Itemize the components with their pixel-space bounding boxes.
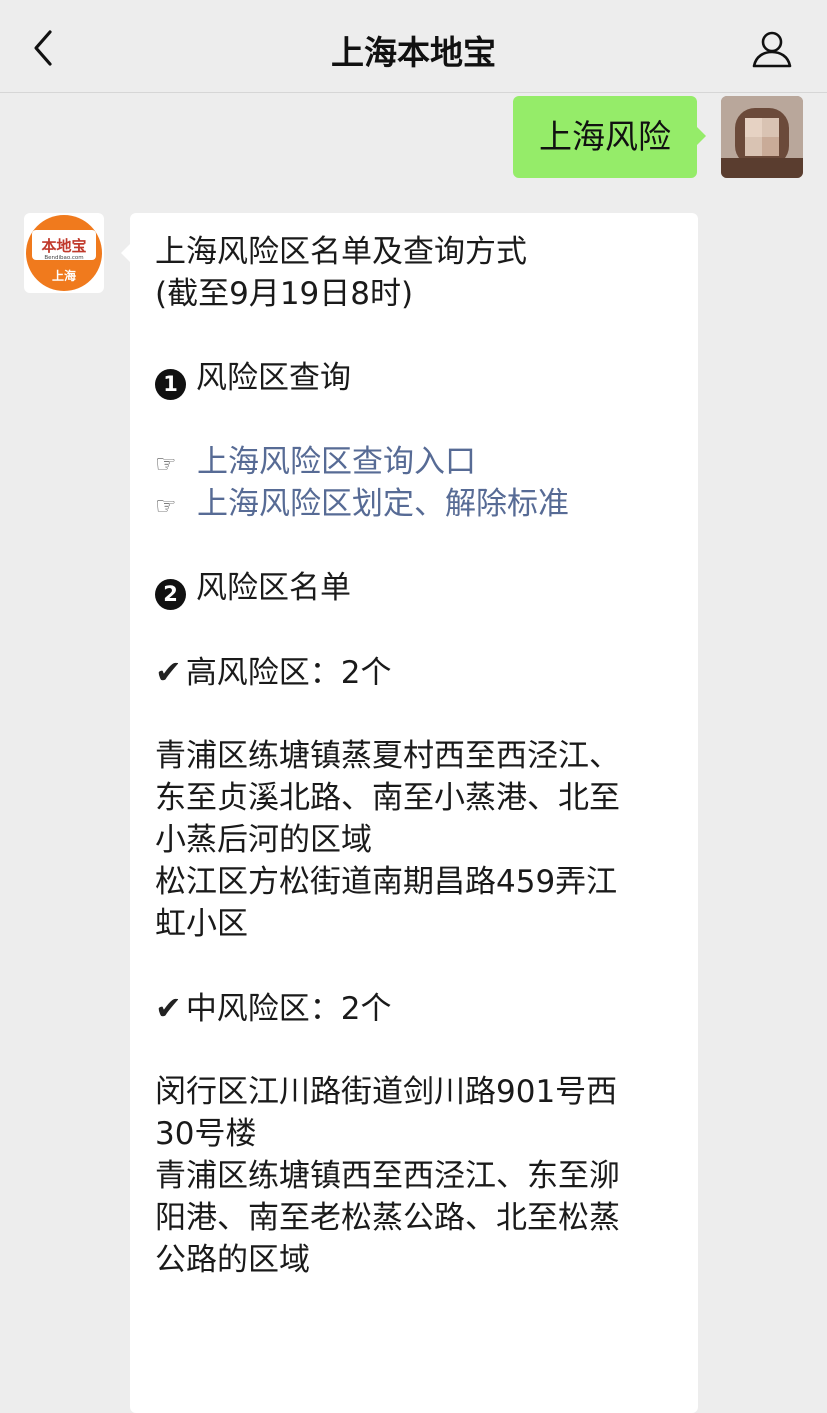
criteria-link[interactable]: 上海风险区划定、解除标准 <box>197 486 569 522</box>
message-date-note: (截至9月19日8时) <box>155 276 414 312</box>
high-risk-heading: ✔ 高风险区：2个 <box>155 651 685 693</box>
number-badge-1: 1 <box>155 369 186 400</box>
mid-risk-line: 青浦区练塘镇西至西泾江、东至泖 <box>155 1158 620 1194</box>
mid-risk-line: 30号楼 <box>155 1116 257 1152</box>
high-risk-line: 虹小区 <box>155 906 248 942</box>
section-heading-query: 1 风险区查询 <box>155 357 685 400</box>
top-bar: 上海本地宝 <box>0 0 827 93</box>
logo-text-domain: Bendibao.com <box>44 255 83 261</box>
logo-text-city: 上海 <box>52 268 76 283</box>
bot-avatar[interactable]: 本地宝 Bendibao.com 上海 <box>24 213 104 293</box>
incoming-message-bubble[interactable]: 上海风险区名单及查询方式 (截至9月19日8时) 1 风险区查询 ☞ 上海风险区查询… <box>121 213 698 1413</box>
mid-risk-line: 阳港、南至老松蒸公路、北至松蒸 <box>155 1200 620 1236</box>
logo-text-main: 本地宝 <box>41 237 86 255</box>
mid-risk-heading: ✔ 中风险区：2个 <box>155 987 685 1029</box>
pointing-hand-icon: ☞ <box>155 450 177 478</box>
link-row: ☞ 上海风险区划定、解除标准 <box>155 483 685 525</box>
link-row: ☞ 上海风险区查询入口 <box>155 441 685 483</box>
bubble-tail <box>121 243 131 263</box>
high-risk-line: 松江区方松街道南期昌路459弄江 <box>155 864 618 900</box>
message-title: 上海风险区名单及查询方式 <box>155 234 527 270</box>
message-content: 上海风险区名单及查询方式 (截至9月19日8时) 1 风险区查询 ☞ 上海风险区查询… <box>155 231 685 1281</box>
pointing-hand-icon: ☞ <box>155 492 177 520</box>
section-heading-list: 2 风险区名单 <box>155 567 685 610</box>
query-entry-link[interactable]: 上海风险区查询入口 <box>197 444 476 480</box>
outgoing-message-bubble[interactable]: 上海风险 <box>513 96 706 178</box>
profile-button[interactable] <box>751 28 793 70</box>
user-avatar[interactable] <box>721 96 803 178</box>
bubble-tail <box>696 126 706 146</box>
bendibao-logo-icon: 本地宝 Bendibao.com 上海 <box>26 215 102 291</box>
page-title: 上海本地宝 <box>331 33 496 72</box>
high-risk-label: 高风险区：2个 <box>185 655 392 691</box>
high-risk-line: 青浦区练塘镇蒸夏村西至西泾江、 <box>155 738 620 774</box>
section-label: 风险区查询 <box>196 360 351 396</box>
mid-risk-line: 闵行区江川路街道剑川路901号西 <box>155 1074 618 1110</box>
high-risk-line: 小蒸后河的区域 <box>155 822 372 858</box>
mid-risk-label: 中风险区：2个 <box>185 991 392 1027</box>
check-icon: ✔ <box>155 989 182 1027</box>
check-icon: ✔ <box>155 653 182 691</box>
person-icon <box>752 31 792 68</box>
outgoing-message-text: 上海风险 <box>539 117 671 156</box>
mid-risk-line: 公路的区域 <box>155 1242 310 1278</box>
high-risk-line: 东至贞溪北路、南至小蒸港、北至 <box>155 780 620 816</box>
section-label: 风险区名单 <box>196 570 351 606</box>
number-badge-2: 2 <box>155 579 186 610</box>
